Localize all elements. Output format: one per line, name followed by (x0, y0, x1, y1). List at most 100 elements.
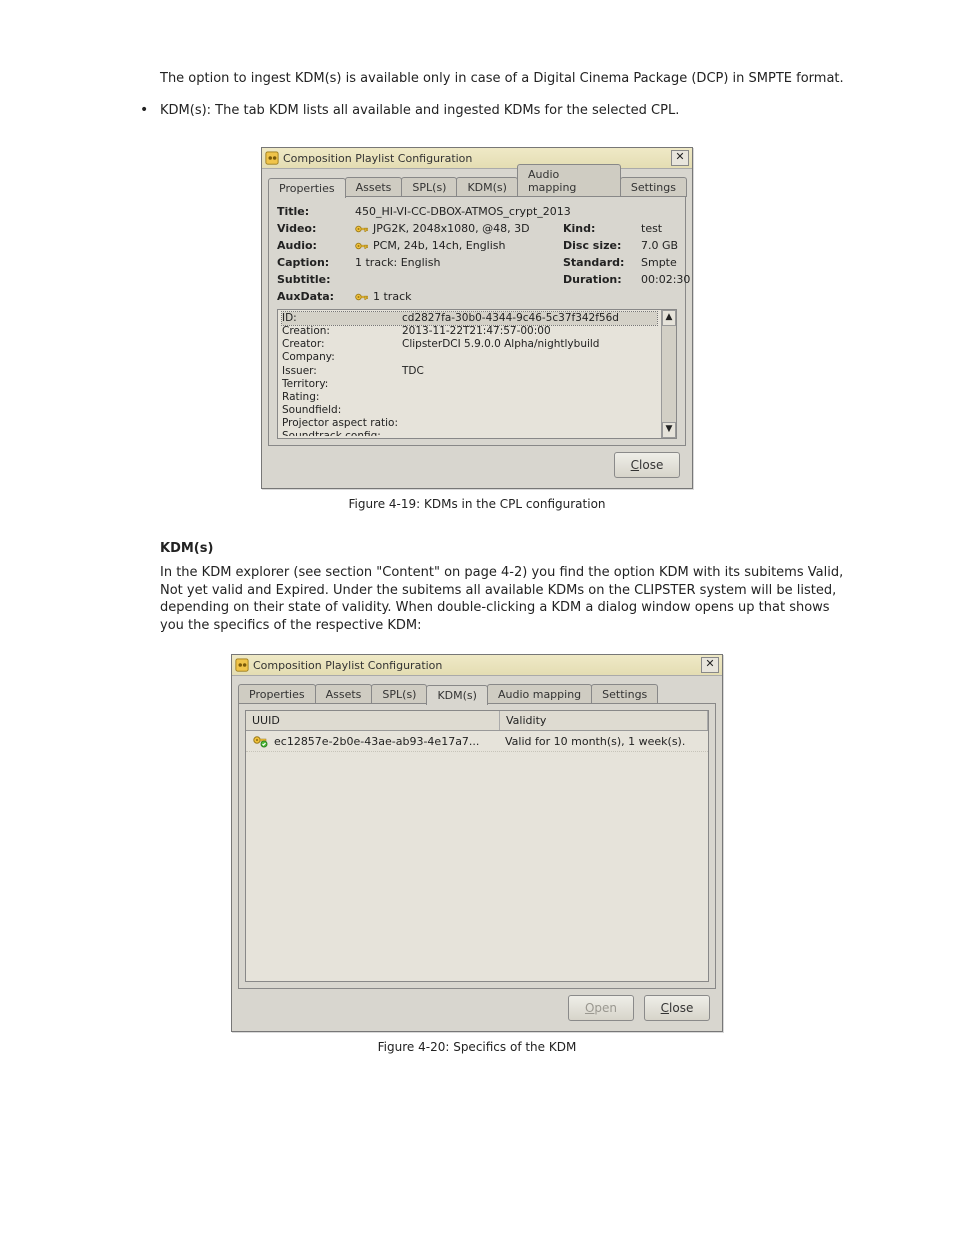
tab-assets[interactable]: Assets (315, 684, 373, 704)
label-discsize: Disc size: (563, 239, 633, 252)
metadata-row[interactable]: Territory: (282, 378, 657, 391)
label-title: Title: (277, 205, 347, 218)
metadata-label: Rating: (282, 391, 402, 404)
open-button-label-rest: pen (594, 1001, 617, 1015)
dialog2-title: Composition Playlist Configuration (253, 659, 697, 672)
tab-audio-mapping[interactable]: Audio mapping (487, 684, 592, 704)
figure1-caption: Figure 4-19: KDMs in the CPL configurati… (0, 497, 954, 511)
metadata-value (402, 404, 657, 417)
metadata-row[interactable]: Creation: 2013-11-22T21:47:57-00:00 (282, 325, 657, 338)
label-kind: Kind: (563, 222, 633, 235)
kdm-table: UUID Validity ec12857e-2b0e-43ae-ab93-4e… (245, 710, 709, 982)
key-icon (355, 223, 369, 235)
tab-settings[interactable]: Settings (620, 177, 687, 197)
tab-properties[interactable]: Properties (268, 178, 346, 198)
kdm-table-header: UUID Validity (246, 711, 708, 731)
tab-properties[interactable]: Properties (238, 684, 316, 704)
metadata-label: Company: (282, 351, 402, 364)
dialog1-tabbar: Properties Assets SPL(s) KDM(s) Audio ma… (268, 175, 686, 197)
label-subtitle: Subtitle: (277, 273, 347, 286)
metadata-label: Projector aspect ratio: (282, 417, 402, 430)
metadata-row[interactable]: Company: (282, 351, 657, 364)
kdm-validity: Valid for 10 month(s), 1 week(s). (505, 735, 702, 748)
metadata-value (402, 417, 657, 430)
dialog1-tabpanel: Title: 450_HI-VI-CC-DBOX-ATMOS_crypt_201… (268, 197, 686, 446)
dialog1-close-icon[interactable]: ✕ (671, 150, 689, 166)
close-button[interactable]: Close (644, 995, 710, 1021)
value-auxdata: 1 track (355, 290, 721, 303)
metadata-value: 2013-11-22T21:47:57-00:00 (402, 325, 657, 338)
value-video: JPG2K, 2048x1080, @48, 3D (355, 222, 555, 235)
metadata-label: Creator: (282, 338, 402, 351)
figure2-caption: Figure 4-20: Specifics of the KDM (0, 1040, 954, 1054)
dialog1-titlebar: Composition Playlist Configuration ✕ (262, 148, 692, 169)
metadata-label: Territory: (282, 378, 402, 391)
metadata-row[interactable]: ID: cd2827fa-30b0-4344-9c46-5c37f342f56d (282, 312, 657, 325)
metadata-row[interactable]: Projector aspect ratio: (282, 417, 657, 430)
kdm-uuid: ec12857e-2b0e-43ae-ab93-4e17a7... (274, 735, 499, 748)
metadata-label: Soundtrack config: (282, 430, 402, 436)
label-auxdata: AuxData: (277, 290, 347, 303)
dialog2-close-icon[interactable]: ✕ (701, 657, 719, 673)
metadata-label: ID: (282, 312, 402, 325)
label-audio: Audio: (277, 239, 347, 252)
metadata-row[interactable]: Rating: (282, 391, 657, 404)
metadata-label: Creation: (282, 325, 402, 338)
metadata-row[interactable]: Soundfield: (282, 404, 657, 417)
metadata-row[interactable]: Issuer: TDC (282, 365, 657, 378)
dialog1-title: Composition Playlist Configuration (283, 152, 667, 165)
tab-assets[interactable]: Assets (345, 177, 403, 197)
value-caption: 1 track: English (355, 256, 555, 269)
app-icon (235, 658, 249, 672)
bullet-text: KDM(s): The tab KDM lists all available … (160, 102, 854, 120)
scroll-up-icon[interactable]: ▲ (662, 310, 676, 326)
column-uuid[interactable]: UUID (246, 711, 500, 730)
value-audio: PCM, 24b, 14ch, English (355, 239, 555, 252)
metadata-value: cd2827fa-30b0-4344-9c46-5c37f342f56d (402, 312, 657, 325)
bullet-kdm: • KDM(s): The tab KDM lists all availabl… (140, 102, 854, 120)
value-audio-text: PCM, 24b, 14ch, English (373, 239, 506, 252)
metadata-row[interactable]: Creator: ClipsterDCI 5.9.0.0 Alpha/night… (282, 338, 657, 351)
app-icon (265, 151, 279, 165)
metadata-value: TDC (402, 365, 657, 378)
value-kind: test (641, 222, 721, 235)
label-duration: Duration: (563, 273, 633, 286)
tab-audio-mapping[interactable]: Audio mapping (517, 164, 621, 197)
key-icon (355, 240, 369, 252)
label-video: Video: (277, 222, 347, 235)
metadata-value (402, 391, 657, 404)
dialog2-tabpanel: UUID Validity ec12857e-2b0e-43ae-ab93-4e… (238, 704, 716, 989)
value-standard: Smpte (641, 256, 721, 269)
value-video-text: JPG2K, 2048x1080, @48, 3D (373, 222, 530, 235)
metadata-listbox[interactable]: ID: cd2827fa-30b0-4344-9c46-5c37f342f56d… (277, 309, 677, 439)
scrollbar[interactable]: ▲ ▼ (661, 310, 676, 438)
metadata-value (402, 430, 657, 436)
column-validity[interactable]: Validity (500, 711, 708, 730)
tab-kdms[interactable]: KDM(s) (426, 685, 488, 705)
tab-spls[interactable]: SPL(s) (371, 684, 427, 704)
close-button-label-rest2: lose (669, 1001, 693, 1015)
metadata-value (402, 378, 657, 391)
metadata-value (402, 351, 657, 364)
dialog2-tabbar: Properties Assets SPL(s) KDM(s) Audio ma… (238, 682, 716, 704)
value-duration: 00:02:30 (641, 273, 721, 286)
tab-spls[interactable]: SPL(s) (401, 177, 457, 197)
close-button[interactable]: Close (614, 452, 680, 478)
metadata-row[interactable]: Soundtrack config: (282, 430, 657, 436)
metadata-label: Soundfield: (282, 404, 402, 417)
kdm-row[interactable]: ec12857e-2b0e-43ae-ab93-4e17a7... Valid … (246, 731, 708, 752)
tab-settings[interactable]: Settings (591, 684, 658, 704)
kdm-paragraph: In the KDM explorer (see section "Conten… (160, 564, 854, 634)
open-button[interactable]: Open (568, 995, 634, 1021)
metadata-label: Issuer: (282, 365, 402, 378)
kdm-heading: KDM(s) (160, 541, 854, 556)
value-auxdata-text: 1 track (373, 290, 412, 303)
dialog2-titlebar: Composition Playlist Configuration ✕ (232, 655, 722, 676)
intro-paragraph: The option to ingest KDM(s) is available… (160, 70, 854, 88)
label-standard: Standard: (563, 256, 633, 269)
kdm-valid-icon (252, 734, 268, 748)
scroll-down-icon[interactable]: ▼ (662, 422, 676, 438)
tab-kdms[interactable]: KDM(s) (456, 177, 518, 197)
bullet-dot: • (140, 102, 160, 120)
label-caption: Caption: (277, 256, 347, 269)
